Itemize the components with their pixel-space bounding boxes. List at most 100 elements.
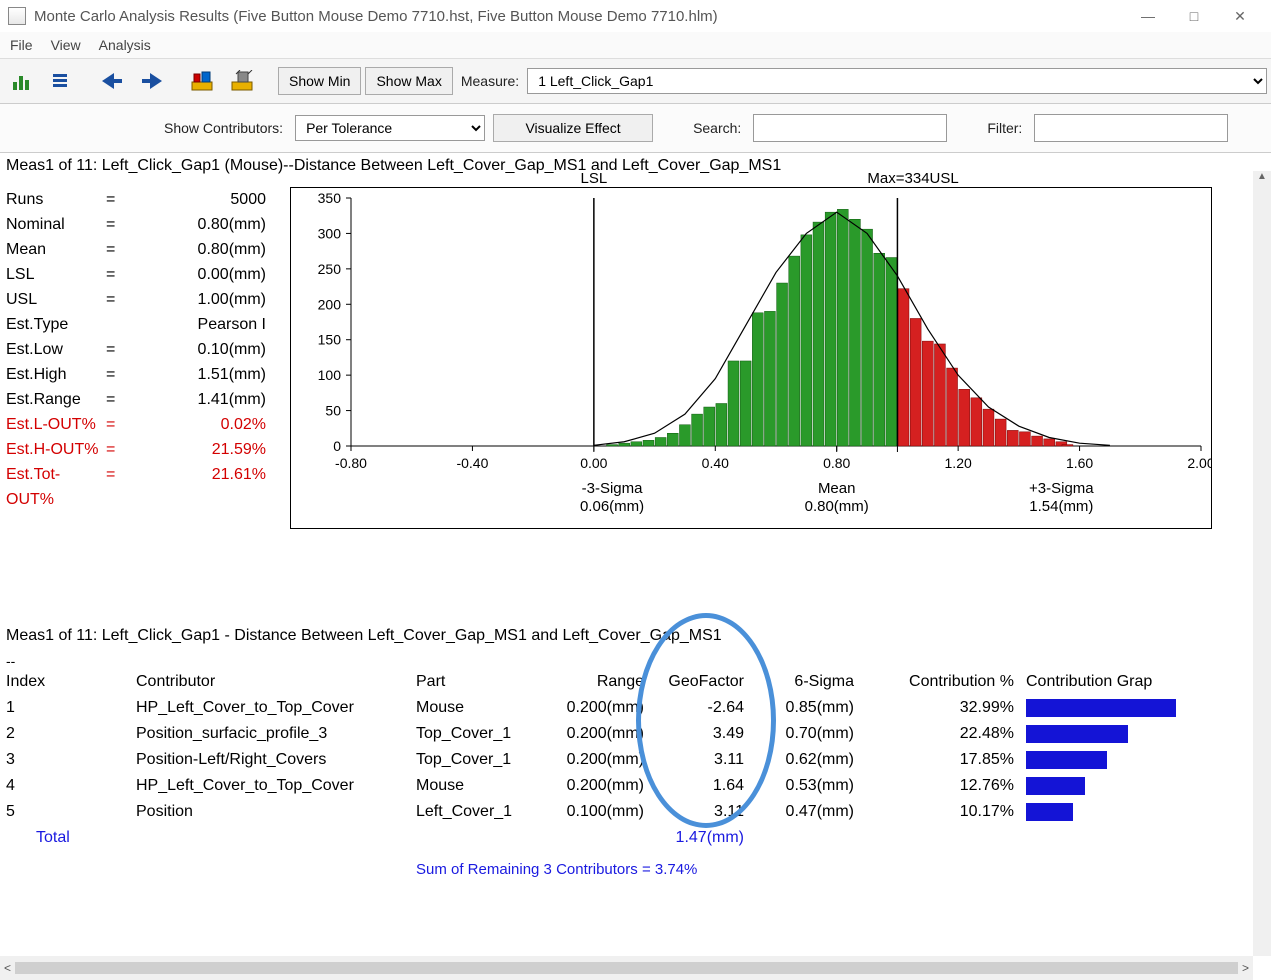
svg-text:0: 0 [333, 438, 341, 454]
app-icon [8, 7, 26, 25]
scroll-left-icon[interactable]: < [4, 961, 11, 975]
measure-select[interactable]: 1 Left_Click_Gap1 [527, 68, 1267, 94]
app-window: Monte Carlo Analysis Results (Five Butto… [0, 0, 1271, 980]
histogram-icon[interactable] [4, 64, 40, 98]
svg-text:50: 50 [325, 403, 341, 419]
stat-label: Est.L-OUT% [6, 412, 106, 437]
measure-label: Measure: [457, 73, 523, 89]
contrib-row: 5PositionLeft_Cover_10.100(mm)3.110.47(m… [6, 799, 1265, 825]
minimize-button[interactable]: — [1125, 1, 1171, 31]
next-arrow-icon[interactable] [134, 64, 170, 98]
scroll-up-icon[interactable]: ▲ [1253, 171, 1271, 189]
stat-value: 1.51(mm) [136, 362, 266, 387]
stat-label: Est.Type [6, 312, 106, 337]
stat-eq: = [106, 262, 136, 287]
menubar: File View Analysis [0, 32, 1271, 58]
col-sixsigma: 6-Sigma [756, 669, 866, 695]
stat-value: 0.80(mm) [136, 212, 266, 237]
show-contributors-label: Show Contributors: [160, 120, 287, 136]
cell-contributor: HP_Left_Cover_to_Top_Cover [136, 695, 416, 721]
tool-icon-2[interactable] [224, 64, 260, 98]
show-min-button[interactable]: Show Min [278, 67, 361, 95]
cell-sixsigma: 0.85(mm) [756, 695, 866, 721]
visualize-effect-button[interactable]: Visualize Effect [493, 114, 653, 142]
vertical-scrollbar[interactable]: ▲ [1253, 171, 1271, 956]
col-geofactor: GeoFactor [656, 669, 756, 695]
svg-text:0.80: 0.80 [823, 455, 850, 471]
stat-label: Est.H-OUT% [6, 437, 106, 462]
svg-text:1.20: 1.20 [945, 455, 972, 471]
close-button[interactable]: ✕ [1217, 1, 1263, 31]
cell-range: 0.200(mm) [546, 773, 656, 799]
cell-sixsigma: 0.47(mm) [756, 799, 866, 825]
contrib-total-row: Total 1.47(mm) [6, 825, 1265, 851]
menu-analysis[interactable]: Analysis [99, 37, 151, 53]
show-contributors-select[interactable]: Per Tolerance [295, 115, 485, 141]
search-label: Search: [689, 120, 745, 136]
stat-label: Mean [6, 237, 106, 262]
col-contributor: Contributor [136, 669, 416, 695]
cell-index: 2 [6, 721, 136, 747]
maximize-button[interactable]: □ [1171, 1, 1217, 31]
cell-contributor: Position [136, 799, 416, 825]
stat-value: 1.41(mm) [136, 387, 266, 412]
cell-geofactor: 3.49 [656, 721, 756, 747]
cell-geofactor: 3.11 [656, 747, 756, 773]
stat-value: 21.61% [136, 462, 266, 512]
list-icon[interactable] [44, 64, 80, 98]
cell-contribpct: 12.76% [866, 773, 1026, 799]
chart-label: 0.80(mm) [797, 498, 877, 515]
cell-range: 0.100(mm) [546, 799, 656, 825]
contrib-row: 4HP_Left_Cover_to_Top_CoverMouse0.200(mm… [6, 773, 1265, 799]
cell-index: 4 [6, 773, 136, 799]
total-label: Total [6, 825, 136, 851]
cell-graph [1026, 695, 1186, 721]
menu-file[interactable]: File [10, 37, 33, 53]
cell-geofactor: 3.11 [656, 799, 756, 825]
cell-index: 5 [6, 799, 136, 825]
scroll-right-icon[interactable]: > [1242, 961, 1249, 975]
chart-label: Mean [797, 480, 877, 497]
total-value: 1.47(mm) [656, 825, 756, 851]
svg-text:300: 300 [318, 225, 342, 241]
cell-part: Top_Cover_1 [416, 721, 546, 747]
prev-arrow-icon[interactable] [94, 64, 130, 98]
stat-label: Est.High [6, 362, 106, 387]
svg-text:-0.40: -0.40 [456, 455, 488, 471]
svg-text:1.60: 1.60 [1066, 455, 1093, 471]
horizontal-scrollbar[interactable]: < > [0, 956, 1253, 980]
stat-value: 0.80(mm) [136, 237, 266, 262]
cell-contributor: Position_surfacic_profile_3 [136, 721, 416, 747]
svg-text:200: 200 [318, 296, 342, 312]
filter-input[interactable] [1034, 114, 1228, 142]
search-input[interactable] [753, 114, 947, 142]
contributors-section: Meas1 of 11: Left_Click_Gap1 - Distance … [0, 627, 1271, 883]
menu-view[interactable]: View [51, 37, 81, 53]
cell-geofactor: -2.64 [656, 695, 756, 721]
cell-graph [1026, 747, 1186, 773]
contributors-title: Meas1 of 11: Left_Click_Gap1 - Distance … [6, 627, 1265, 645]
cell-contribpct: 32.99% [866, 695, 1026, 721]
chart-label: 1.54(mm) [1021, 498, 1101, 515]
cell-contributor: Position-Left/Right_Covers [136, 747, 416, 773]
cell-contribpct: 17.85% [866, 747, 1026, 773]
contrib-row: 3Position-Left/Right_CoversTop_Cover_10.… [6, 747, 1265, 773]
stat-eq: = [106, 287, 136, 312]
cell-index: 1 [6, 695, 136, 721]
filter-label: Filter: [983, 120, 1026, 136]
contributors-dashes: -- [6, 653, 1265, 669]
stat-eq: = [106, 362, 136, 387]
stat-value: 0.02% [136, 412, 266, 437]
cell-part: Mouse [416, 773, 546, 799]
tool-icon-1[interactable] [184, 64, 220, 98]
cell-range: 0.200(mm) [546, 721, 656, 747]
toolbar-main: Show Min Show Max Measure: 1 Left_Click_… [0, 58, 1271, 104]
chart-label: -3-Sigma [572, 480, 652, 497]
hscroll-thumb[interactable] [15, 962, 1238, 974]
show-max-button[interactable]: Show Max [365, 67, 452, 95]
stat-label: Runs [6, 187, 106, 212]
stat-eq: = [106, 337, 136, 362]
cell-graph [1026, 721, 1186, 747]
col-graph: Contribution Grap [1026, 669, 1186, 695]
cell-sixsigma: 0.62(mm) [756, 747, 866, 773]
